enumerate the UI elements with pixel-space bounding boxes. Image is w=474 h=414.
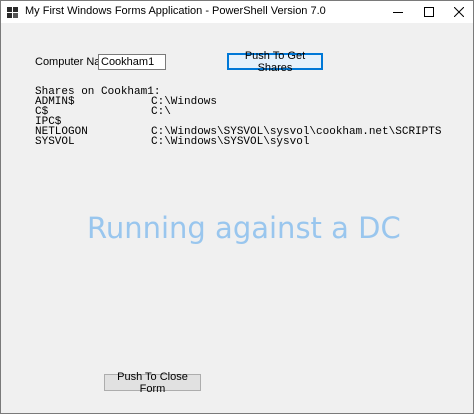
maximize-button[interactable] bbox=[414, 1, 444, 23]
status-banner: Running against a DC bbox=[87, 211, 401, 245]
window-title: My First Windows Forms Application - Pow… bbox=[25, 5, 326, 17]
computer-name-input[interactable] bbox=[98, 54, 166, 70]
share-row: SYSVOL C:\Windows\SYSVOL\sysvol bbox=[35, 136, 309, 148]
close-form-button[interactable]: Push To Close Form bbox=[104, 371, 201, 395]
close-icon bbox=[454, 7, 464, 17]
title-bar[interactable]: My First Windows Forms Application - Pow… bbox=[1, 1, 473, 23]
maximize-icon bbox=[424, 7, 434, 17]
close-window-button[interactable] bbox=[444, 1, 474, 23]
minimize-icon bbox=[393, 12, 403, 13]
minimize-button[interactable] bbox=[383, 1, 413, 23]
share-path: C:\Windows\SYSVOL\sysvol bbox=[151, 136, 310, 148]
get-shares-button[interactable]: Push To Get Shares bbox=[227, 50, 323, 74]
share-row: ADMIN$ C:\Windows bbox=[35, 97, 217, 108]
app-window: My First Windows Forms Application - Pow… bbox=[0, 0, 474, 414]
shares-output: Shares on Cookham1: ADMIN$ C:\Windows C$… bbox=[35, 87, 441, 148]
share-name: SYSVOL bbox=[35, 136, 75, 148]
app-icon[interactable] bbox=[7, 6, 19, 18]
share-path: C:\ bbox=[151, 106, 171, 118]
